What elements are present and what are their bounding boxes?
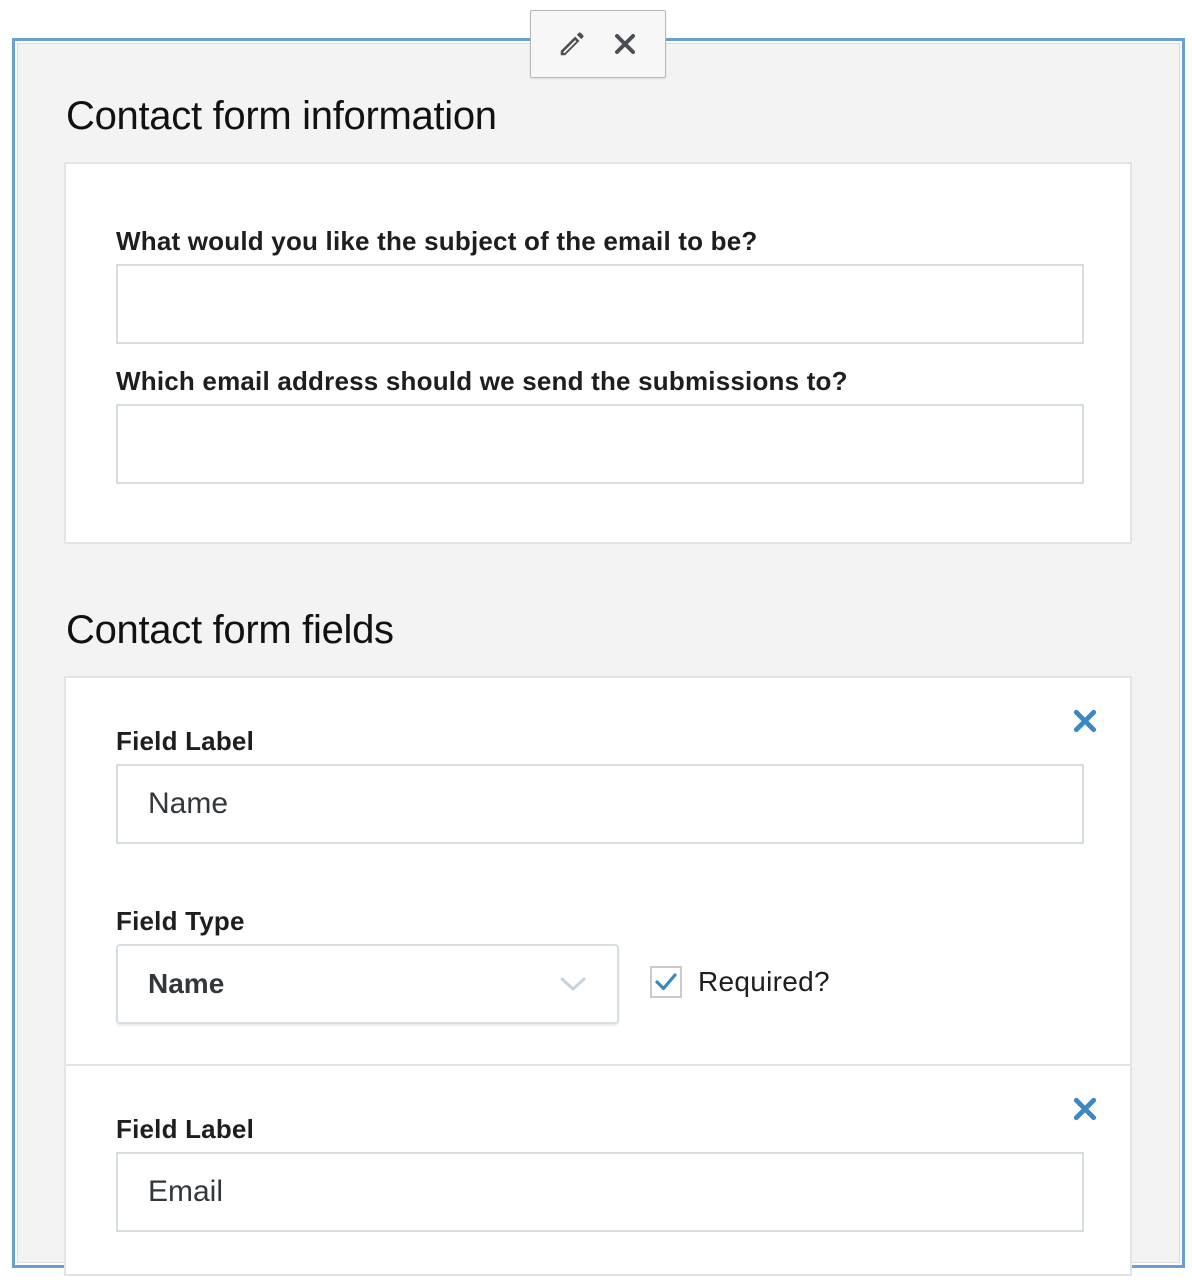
chevron-down-icon [560, 977, 586, 991]
field-label-caption: Field Label [116, 726, 255, 756]
field-row: Field Label [66, 1066, 1130, 1286]
field-label-input[interactable] [116, 764, 1084, 844]
close-icon [1073, 709, 1097, 733]
fields-panel: Field Label Field Type Name Required? Fi… [64, 676, 1132, 1276]
field-type-select[interactable]: Name [116, 944, 619, 1024]
info-section-title: Contact form information [66, 94, 497, 138]
recipient-label: Which email address should we send the s… [116, 366, 848, 396]
pencil-icon [560, 32, 584, 56]
field-label-caption: Field Label [116, 1114, 255, 1144]
required-toggle: Required? [650, 966, 830, 998]
subject-label: What would you like the subject of the e… [116, 226, 758, 256]
close-icon [1073, 1097, 1097, 1121]
info-panel: What would you like the subject of the e… [64, 162, 1132, 544]
checkmark-icon [655, 973, 677, 991]
fields-section-title: Contact form fields [66, 608, 394, 652]
required-checkbox[interactable] [650, 966, 682, 998]
close-icon [614, 34, 635, 54]
block-toolbar [530, 10, 666, 78]
field-label-input[interactable] [116, 1152, 1084, 1232]
subject-input[interactable] [116, 264, 1084, 344]
remove-field-button[interactable] [1070, 1094, 1100, 1124]
recipient-email-input[interactable] [116, 404, 1084, 484]
field-row: Field Label Field Type Name Required? [66, 678, 1130, 1066]
remove-field-button[interactable] [1070, 706, 1100, 736]
required-label: Required? [698, 966, 830, 997]
remove-block-button[interactable] [603, 22, 647, 66]
field-type-caption: Field Type [116, 906, 245, 936]
field-type-value: Name [148, 968, 225, 999]
edit-button[interactable] [550, 22, 594, 66]
